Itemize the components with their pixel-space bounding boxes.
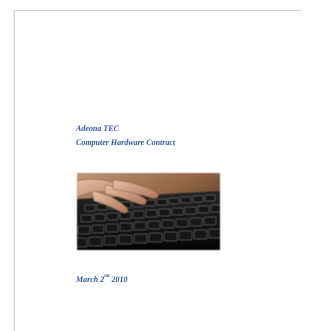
contract-title: Computer Hardware Contract — [76, 138, 176, 147]
date-prefix: March 2 — [76, 275, 105, 284]
keyboard-photo — [77, 173, 220, 250]
document-page: Adeona TEC Computer Hardware Contract Ma… — [14, 10, 301, 331]
date-ordinal: nd — [104, 274, 110, 280]
company-name: Adeona TEC — [76, 124, 119, 133]
date-year: 2010 — [109, 275, 128, 284]
contract-date: March 2nd 2010 — [76, 273, 128, 287]
